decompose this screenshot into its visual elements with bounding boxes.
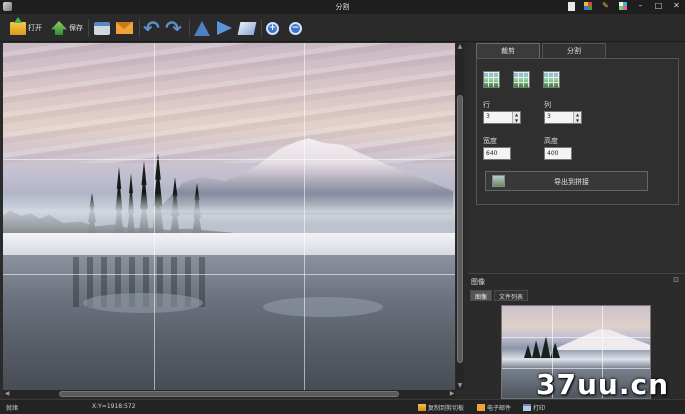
- width-label: 宽度: [483, 137, 497, 145]
- flip-horizontal-button[interactable]: [217, 18, 232, 38]
- minimize-button[interactable]: –: [636, 1, 645, 11]
- copy-label: 复制到剪切板: [428, 405, 465, 412]
- thumbnail-trees: [524, 336, 560, 358]
- scroll-left-icon[interactable]: ◀: [3, 390, 11, 398]
- flip-vertical-button[interactable]: [194, 18, 210, 38]
- grid-preset-2-icon[interactable]: [513, 71, 530, 88]
- export-to-stitch-button[interactable]: 导出到拼接: [485, 171, 648, 191]
- zoom-out-icon: −: [289, 21, 302, 35]
- status-bar: 就绪 X:Y=1918:572 复制到剪切板 电子邮件 打印: [0, 399, 685, 414]
- frozen-lake: [3, 255, 455, 390]
- tab-content: 行 3 ▲ ▼ 列 3 ▲ ▼ 宽度 640 高度 400 导出到拼接: [476, 58, 679, 205]
- grid-line-horizontal[interactable]: [3, 274, 455, 275]
- save-button-label: 保存: [69, 24, 83, 32]
- email-status-button[interactable]: 电子邮件: [477, 403, 511, 412]
- rotate-button[interactable]: [237, 18, 257, 38]
- save-icon: [51, 21, 67, 35]
- toolbar: 打开 保存 ↶ ↷ + −: [0, 14, 685, 42]
- cols-value: 3: [547, 113, 551, 120]
- grid-preset-1-icon[interactable]: [483, 71, 500, 88]
- stepper-down-icon[interactable]: ▼: [574, 118, 581, 124]
- email-button[interactable]: [116, 18, 133, 38]
- image-panel-tabs: 图像 文件列表: [470, 290, 529, 301]
- cursor-coordinates: X:Y=1918:572: [92, 403, 136, 410]
- title-bar: 分割 ✎ – □ ✕: [0, 0, 685, 14]
- email-icon: [116, 22, 133, 34]
- rows-stepper[interactable]: 3 ▲ ▼: [483, 111, 521, 124]
- toolbar-divider: [189, 19, 190, 37]
- grid-color-icon[interactable]: [584, 2, 592, 10]
- print-icon: [94, 21, 110, 35]
- cols-stepper[interactable]: 3 ▲ ▼: [544, 111, 582, 124]
- rotate-icon: [237, 21, 257, 35]
- stepper-down-icon[interactable]: ▼: [513, 118, 520, 124]
- scroll-down-icon[interactable]: ▼: [456, 382, 464, 390]
- panel-tabs: 裁剪 分割: [476, 43, 608, 58]
- rows-value: 3: [486, 113, 490, 120]
- ice-patch: [83, 293, 203, 313]
- grid-line-vertical[interactable]: [154, 43, 155, 390]
- zoom-in-button[interactable]: +: [266, 18, 279, 38]
- flip-horizontal-icon: [217, 21, 232, 35]
- open-folder-icon: [10, 16, 26, 35]
- height-field[interactable]: 400: [544, 147, 572, 160]
- email-label: 电子邮件: [487, 405, 512, 412]
- pen-icon[interactable]: ✎: [601, 1, 610, 11]
- open-button-label: 打开: [28, 24, 42, 32]
- redo-icon: ↷: [165, 16, 182, 40]
- image-panel-header: 图像 ⊡: [468, 276, 685, 287]
- redo-button[interactable]: ↷: [165, 18, 182, 38]
- open-button[interactable]: 打开: [10, 16, 42, 38]
- copy-to-clipboard-button[interactable]: 复制到剪切板: [418, 403, 464, 412]
- rows-label: 行: [483, 101, 490, 109]
- zoom-in-icon: +: [266, 21, 279, 35]
- email-icon: [477, 404, 485, 411]
- maximize-button[interactable]: □: [654, 1, 663, 11]
- thumbnail-grid-line: [502, 337, 650, 338]
- clipboard-icon: [418, 404, 426, 411]
- height-label: 高度: [544, 137, 558, 145]
- cols-label: 列: [544, 101, 551, 109]
- print-icon: [523, 404, 531, 411]
- site-watermark: 37uu.cn: [536, 368, 669, 401]
- width-field[interactable]: 640: [483, 147, 511, 160]
- vertical-scrollbar[interactable]: ▲ ▼: [456, 43, 464, 390]
- toolbar-divider: [88, 19, 89, 37]
- pin-icon[interactable]: ⊡: [673, 276, 679, 284]
- print-button[interactable]: [94, 18, 110, 38]
- undo-button[interactable]: ↶: [143, 18, 160, 38]
- status-ready: 就绪: [6, 405, 19, 412]
- grid-preset-3-icon[interactable]: [543, 71, 560, 88]
- scroll-up-icon[interactable]: ▲: [456, 43, 464, 51]
- tab-image[interactable]: 图像: [470, 290, 493, 301]
- tab-split[interactable]: 分割: [542, 43, 606, 58]
- tab-crop[interactable]: 裁剪: [476, 43, 540, 58]
- export-button-label: 导出到拼接: [554, 178, 589, 186]
- zoom-out-button[interactable]: −: [289, 18, 302, 38]
- grid-line-vertical[interactable]: [304, 43, 305, 390]
- print-status-button[interactable]: 打印: [523, 403, 545, 412]
- scroll-right-icon[interactable]: ▶: [448, 390, 456, 398]
- close-button[interactable]: ✕: [672, 1, 681, 11]
- toolbar-divider: [261, 19, 262, 37]
- horizontal-scrollbar[interactable]: ◀ ▶: [3, 390, 456, 398]
- tab-file-list[interactable]: 文件列表: [494, 290, 529, 301]
- grid-line-horizontal[interactable]: [3, 159, 455, 160]
- image-canvas[interactable]: [3, 43, 455, 390]
- flip-vertical-icon: [194, 20, 210, 36]
- vertical-scroll-thumb[interactable]: [457, 95, 463, 363]
- image-panel-title: 图像: [471, 278, 485, 286]
- print-label: 打印: [533, 405, 546, 412]
- sky-clouds: [3, 43, 455, 163]
- mist-band: [3, 193, 455, 233]
- toolbar-divider: [139, 19, 140, 37]
- split-settings-panel: 裁剪 分割 行 3 ▲ ▼ 列 3 ▲ ▼ 宽度 640 高度 400 导出到拼接: [468, 43, 685, 273]
- undo-icon: ↶: [143, 16, 160, 40]
- document-icon[interactable]: [568, 1, 575, 11]
- horizontal-scroll-thumb[interactable]: [59, 391, 399, 397]
- ice-patch: [263, 297, 383, 317]
- palette-icon[interactable]: [619, 2, 627, 10]
- save-button[interactable]: 保存: [51, 18, 83, 38]
